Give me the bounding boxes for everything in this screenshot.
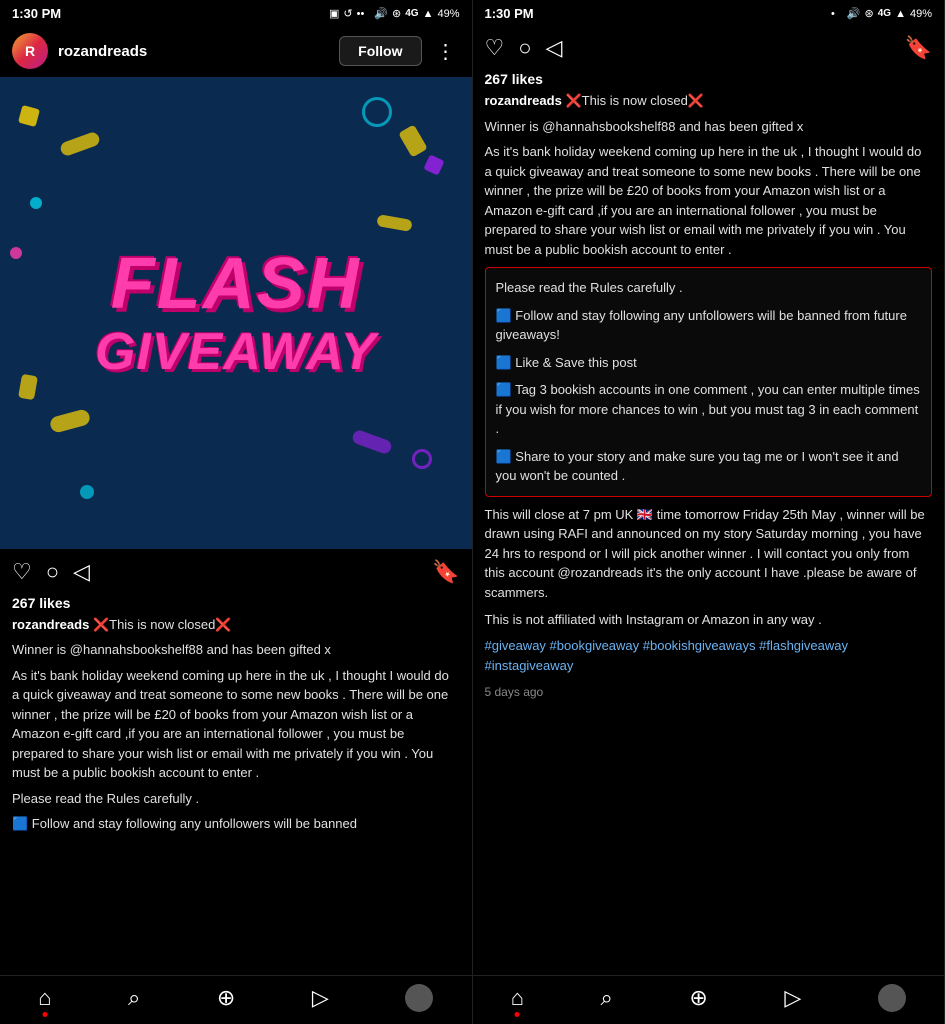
rules-box: Please read the Rules carefully . 🟦 Foll… [485,267,933,497]
more-options-icon[interactable]: ⋮ [432,39,460,64]
left-panel: 1:30 PM ▣ ↺ •• 🔊 ⊛ 4G ▲ 49% R rozandread… [0,0,473,1024]
nav-add-left[interactable]: ⊕ [217,985,235,1011]
post-header-left: R rozandreads Follow ⋮ [0,25,472,77]
rule3-right: 🟦 Tag 3 bookish accounts in one comment … [496,380,922,439]
rule1-preview-left: 🟦 Follow and stay following any unfollow… [12,814,460,834]
winner-line-right: Winner is @hannahsbookshelf88 and has be… [485,117,933,137]
nav-add-right[interactable]: ⊕ [689,985,707,1011]
nav-home-left[interactable]: ⌂ [38,985,51,1011]
status-time-left: 1:30 PM [12,6,61,21]
nav-reels-right[interactable]: ▷ [784,985,801,1011]
giveaway-title: FLASH GIVEAWAY [95,245,377,381]
bookmark-icon-right[interactable]: 🔖 [905,35,932,61]
nav-search-left[interactable]: ⌕ [128,985,140,1011]
action-bar-right: ♡ ○ ◁ 🔖 [473,25,945,71]
rule4-right: 🟦 Share to your story and make sure you … [496,447,922,486]
closing-text-right: This will close at 7 pm UK 🇬🇧 time tomor… [485,505,933,603]
caption-left: rozandreads ❌This is now closed❌ [12,615,460,635]
bookmark-icon-left[interactable]: 🔖 [432,559,459,585]
rules-intro-left: Please read the Rules carefully . [12,789,460,809]
nav-reels-left[interactable]: ▷ [312,985,329,1011]
caption-handle-left: rozandreads [12,617,89,632]
caption-handle-right: rozandreads [485,93,562,108]
affiliate-text-right: This is not affiliated with Instagram or… [485,610,933,630]
rules-intro-right: Please read the Rules carefully . [496,278,922,298]
bottom-nav-left: ⌂ ⌕ ⊕ ▷ [0,975,472,1024]
rule2-right: 🟦 Like & Save this post [496,353,922,373]
likes-left: 267 likes [12,595,460,611]
like-icon-left[interactable]: ♡ [12,559,32,585]
comment-icon-right[interactable]: ○ [518,35,531,61]
body-text-right: As it's bank holiday weekend coming up h… [485,142,933,259]
bottom-nav-right: ⌂ ⌕ ⊕ ▷ [473,975,945,1024]
avatar-left[interactable]: R [12,33,48,69]
post-content-left: 267 likes rozandreads ❌This is now close… [0,595,472,976]
post-image-left: FLASH GIVEAWAY [0,77,472,549]
status-icons-left: ▣ ↺ •• 🔊 ⊛ 4G ▲ 49% [329,7,460,20]
nav-profile-right[interactable] [878,984,906,1012]
nav-search-right[interactable]: ⌕ [601,985,613,1011]
hashtags-right: #giveaway #bookgiveaway #bookishgiveaway… [485,636,933,678]
right-panel: 1:30 PM • 🔊 ⊛ 4G ▲ 49% ♡ ○ ◁ 🔖 267 likes… [473,0,945,1024]
caption-closed-right: ❌This is now closed❌ [565,93,704,108]
timestamp-right: 5 days ago [485,685,933,699]
share-icon-right[interactable]: ◁ [546,35,563,61]
username-left: rozandreads [58,43,329,60]
like-icon-right[interactable]: ♡ [485,35,505,61]
status-bar-right: 1:30 PM • 🔊 ⊛ 4G ▲ 49% [473,0,945,25]
follow-button[interactable]: Follow [339,36,421,66]
comment-icon-left[interactable]: ○ [46,559,59,585]
status-bar-left: 1:30 PM ▣ ↺ •• 🔊 ⊛ 4G ▲ 49% [0,0,472,25]
status-time-right: 1:30 PM [485,6,534,21]
body-text-left: As it's bank holiday weekend coming up h… [12,666,460,783]
winner-line-left: Winner is @hannahsbookshelf88 and has be… [12,640,460,660]
share-icon-left[interactable]: ◁ [73,559,90,585]
post-content-right: 267 likes rozandreads ❌This is now close… [473,71,945,975]
likes-right: 267 likes [485,71,933,87]
caption-closed-left: ❌This is now closed❌ [93,617,232,632]
rule1-right: 🟦 Follow and stay following any unfollow… [496,306,922,345]
nav-profile-left[interactable] [405,984,433,1012]
nav-home-right[interactable]: ⌂ [511,985,524,1011]
action-bar-left: ♡ ○ ◁ 🔖 [0,549,472,595]
status-icons-right: • 🔊 ⊛ 4G ▲ 49% [831,7,932,20]
caption-right: rozandreads ❌This is now closed❌ [485,91,933,111]
